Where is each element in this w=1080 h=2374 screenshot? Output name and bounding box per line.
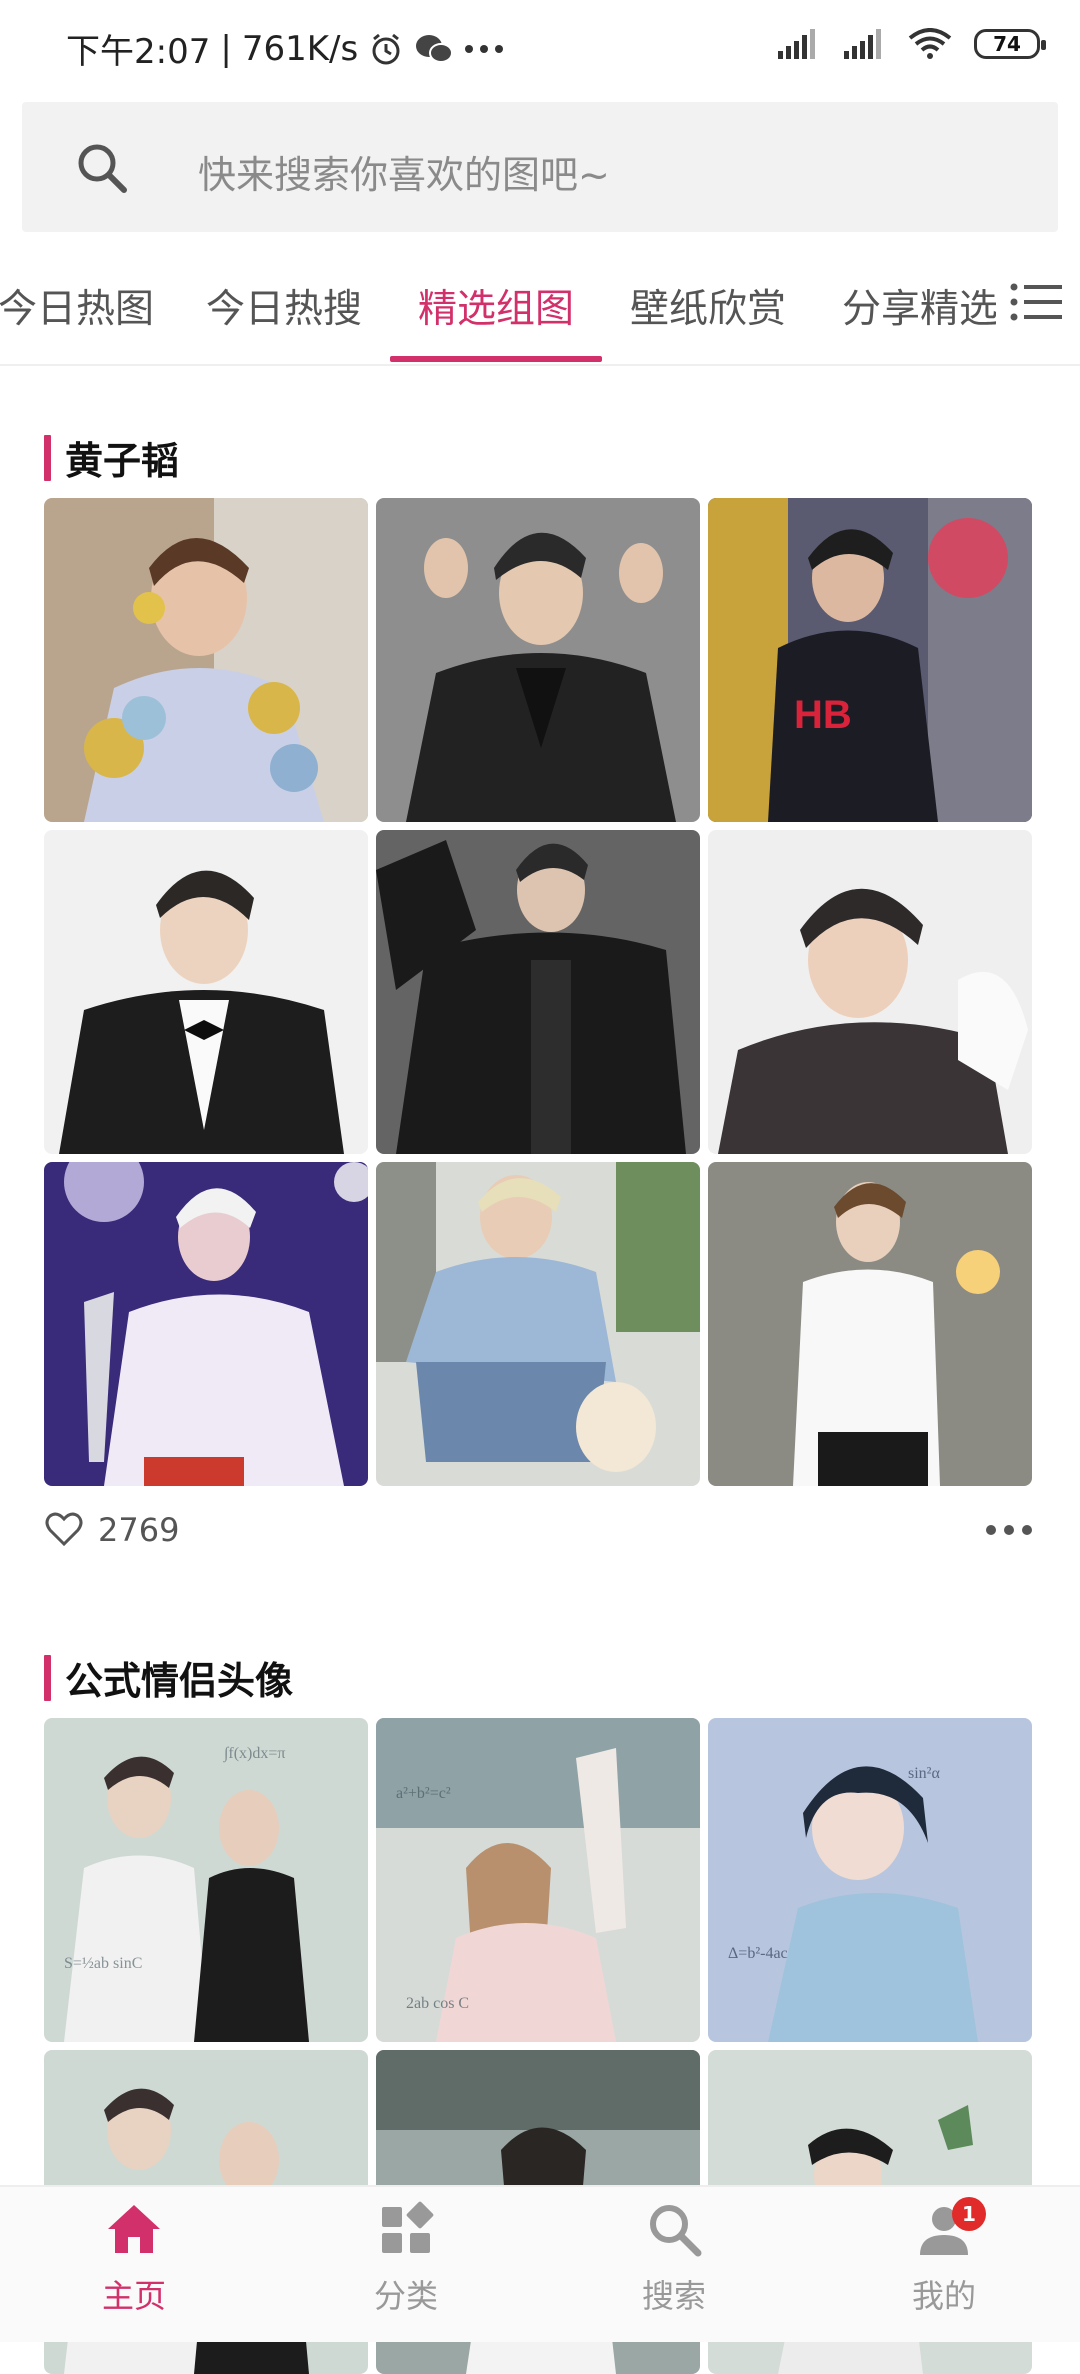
section-title: 黄子韬 (44, 430, 179, 485)
search-icon (78, 144, 127, 193)
image-tile[interactable] (376, 1162, 700, 1486)
wifi-icon (908, 28, 952, 59)
signal-icon (844, 29, 881, 59)
battery-icon: 74 (974, 29, 1046, 59)
wechat-icon (416, 34, 454, 63)
tab-shared-picks[interactable]: 分享精选 (842, 278, 998, 334)
bottom-nav: 主页 分类 搜索 1 我的 (0, 2185, 1080, 2342)
more-options-icon[interactable] (984, 1515, 1034, 1545)
tab-hot-images[interactable]: 今日热图 (0, 278, 154, 334)
heart-icon[interactable] (44, 1509, 84, 1549)
search-icon (650, 2205, 702, 2257)
like-count: 2769 (98, 1511, 180, 1549)
search-bar[interactable]: 快来搜索你喜欢的图吧~ (22, 102, 1058, 232)
status-time: 下午2:07 (66, 32, 211, 72)
more-dots-icon (465, 44, 504, 53)
svg-text:HB: HB (794, 693, 852, 737)
image-tile[interactable] (44, 830, 368, 1154)
image-tile[interactable]: ∫f(x)dx=π S=½ab sinC (44, 1718, 368, 2042)
image-tile[interactable]: a²+b²=c² 2ab cos C (376, 1718, 700, 2042)
svg-text:2ab cos C: 2ab cos C (406, 1995, 469, 2012)
nav-profile[interactable]: 1 我的 (854, 2197, 1034, 2317)
category-icon (382, 2201, 434, 2253)
image-tile[interactable] (376, 830, 700, 1154)
image-tile[interactable]: HB (708, 498, 1032, 822)
status-left: 下午2:07 | 761K/s (66, 24, 504, 73)
section-title-text[interactable]: 公式情侣头像 (65, 1650, 293, 1705)
status-speed: 761K/s (241, 28, 359, 69)
nav-category[interactable]: 分类 (316, 2199, 496, 2317)
active-tab-indicator (390, 356, 602, 362)
tab-hot-searches[interactable]: 今日热搜 (206, 278, 362, 334)
image-tile[interactable] (376, 498, 700, 822)
nav-category-label: 分类 (373, 2277, 438, 2315)
section-title-text[interactable]: 黄子韬 (65, 430, 179, 485)
signal-icon (778, 29, 815, 59)
image-tile[interactable] (708, 830, 1032, 1154)
nav-search-label: 搜索 (641, 2277, 706, 2315)
search-placeholder: 快来搜索你喜欢的图吧~ (198, 153, 610, 197)
image-grid: HB (44, 498, 1034, 1486)
nav-search[interactable]: 搜索 (584, 2199, 764, 2317)
category-tabs: 今日热图 今日热搜 精选组图 壁纸欣赏 分享精选 (0, 232, 1080, 366)
status-bar: 下午2:07 | 761K/s 74 (0, 0, 1080, 100)
status-right: 74 (776, 28, 1046, 60)
section-title: 公式情侣头像 (44, 1650, 293, 1705)
like-row: 2769 (44, 1505, 1034, 1559)
tab-featured-sets[interactable]: 精选组图 (418, 278, 574, 334)
menu-list-icon[interactable] (1010, 282, 1062, 322)
section-title-bar (44, 1654, 51, 1701)
image-tile[interactable] (708, 1162, 1032, 1486)
tab-wallpapers[interactable]: 壁纸欣赏 (630, 278, 786, 334)
image-tile[interactable] (44, 1162, 368, 1486)
image-tile[interactable]: sin²α Δ=b²-4ac (708, 1718, 1032, 2042)
nav-home[interactable]: 主页 (44, 2199, 224, 2317)
status-separator: | (220, 28, 232, 69)
image-tile[interactable] (44, 498, 368, 822)
notification-badge: 1 (952, 2197, 986, 2231)
svg-text:S=½ab sinC: S=½ab sinC (64, 1955, 142, 1972)
svg-text:Δ=b²-4ac: Δ=b²-4ac (728, 1945, 788, 1962)
nav-profile-label: 我的 (911, 2277, 976, 2315)
svg-text:a²+b²=c²: a²+b²=c² (396, 1785, 451, 1802)
nav-home-label: 主页 (101, 2277, 166, 2315)
svg-text:sin²α: sin²α (908, 1765, 940, 1782)
alarm-icon (372, 33, 400, 64)
home-icon (108, 2205, 160, 2253)
section-title-bar (44, 434, 51, 481)
svg-text:∫f(x)dx=π: ∫f(x)dx=π (223, 1745, 285, 1763)
battery-level: 74 (993, 32, 1021, 56)
